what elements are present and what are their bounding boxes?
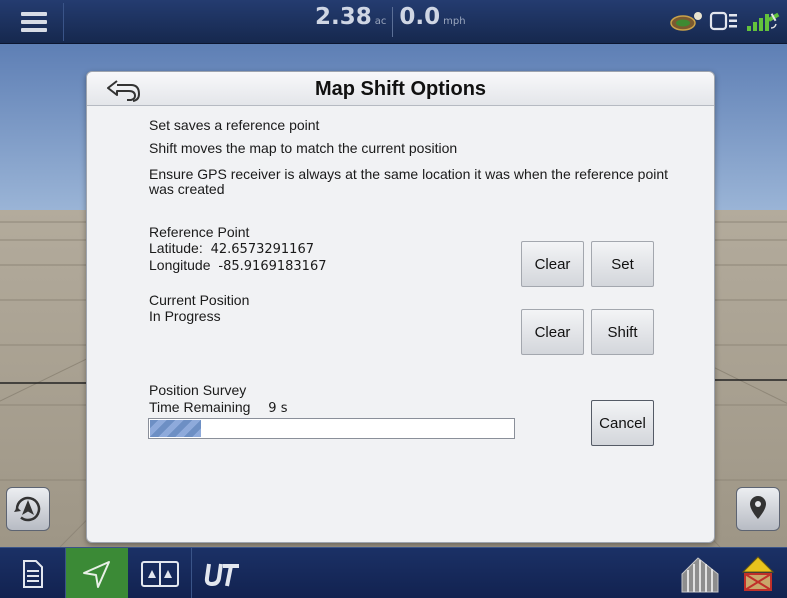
- documents-icon: [22, 559, 43, 588]
- time-remaining-row: Time Remaining 9 s: [149, 399, 288, 417]
- shift-button[interactable]: Shift: [591, 309, 654, 355]
- compass-navigation-icon: [14, 496, 41, 522]
- device-icon[interactable]: [709, 10, 739, 32]
- survey-progress-fill: [150, 420, 202, 437]
- longitude-value: -85.9169183167: [218, 259, 327, 274]
- satellite-signal-icon[interactable]: [745, 8, 781, 34]
- info-line-set: Set saves a reference point: [149, 117, 320, 133]
- navigation-button[interactable]: [6, 487, 50, 531]
- time-remaining-value: 9 s: [268, 401, 288, 416]
- current-position-heading: Current Position: [149, 292, 250, 308]
- dialog-title: Map Shift Options: [314, 78, 487, 100]
- planter-tab[interactable]: [672, 548, 728, 598]
- warning-tab[interactable]: [728, 548, 787, 598]
- longitude-label: Longitude: [149, 257, 211, 273]
- planter-icon: [681, 556, 719, 592]
- speed-value: 0.0: [399, 4, 441, 30]
- warning-icon: [741, 555, 774, 591]
- universal-terminal-tab[interactable]: [192, 548, 254, 598]
- area-unit: ac: [374, 16, 387, 27]
- map-shift-options-dialog: Map Shift Options Set saves a reference …: [86, 71, 715, 543]
- hamburger-menu-icon: [20, 8, 47, 36]
- status-icons[interactable]: [669, 6, 781, 36]
- speed-unit: mph: [443, 16, 466, 27]
- cancel-button[interactable]: Cancel: [591, 400, 654, 446]
- longitude-row: Longitude -85.9169183167: [149, 257, 327, 275]
- top-status-bar: 2.38 ac 0.0 mph: [0, 0, 787, 44]
- menu-button[interactable]: [4, 3, 64, 41]
- clear-reference-button[interactable]: Clear: [521, 241, 584, 287]
- info-line-shift: Shift moves the map to match the current…: [149, 140, 458, 156]
- guidance-icon: [83, 560, 110, 588]
- current-position-status: In Progress: [149, 308, 221, 324]
- position-survey-heading: Position Survey: [149, 382, 247, 398]
- documents-tab[interactable]: [0, 548, 66, 598]
- map-pin-button[interactable]: [736, 487, 780, 531]
- latitude-row: Latitude: 42.6573291167: [149, 240, 314, 258]
- survey-progress-bar: [148, 418, 515, 439]
- latitude-label: Latitude:: [149, 240, 203, 256]
- guidance-tab[interactable]: [66, 548, 128, 598]
- gps-antenna-icon[interactable]: [669, 10, 703, 32]
- info-line-ensure: Ensure GPS receiver is always at the sam…: [149, 166, 669, 197]
- map-pin-icon: [750, 496, 766, 519]
- reference-point-heading: Reference Point: [149, 224, 250, 240]
- split-screen-icon: [140, 560, 179, 587]
- set-button[interactable]: Set: [591, 241, 654, 287]
- time-remaining-label: Time Remaining: [149, 399, 251, 415]
- area-speed-readout[interactable]: 2.38 ac 0.0 mph: [315, 4, 466, 40]
- dialog-header: Map Shift Options: [87, 72, 714, 106]
- universal-terminal-icon: [204, 563, 239, 586]
- area-value: 2.38: [315, 4, 372, 30]
- readout-divider: [392, 7, 394, 37]
- bottom-toolbar: [0, 547, 787, 598]
- clear-current-button[interactable]: Clear: [521, 309, 584, 355]
- latitude-value: 42.6573291167: [210, 242, 314, 257]
- split-screen-tab[interactable]: [128, 548, 192, 598]
